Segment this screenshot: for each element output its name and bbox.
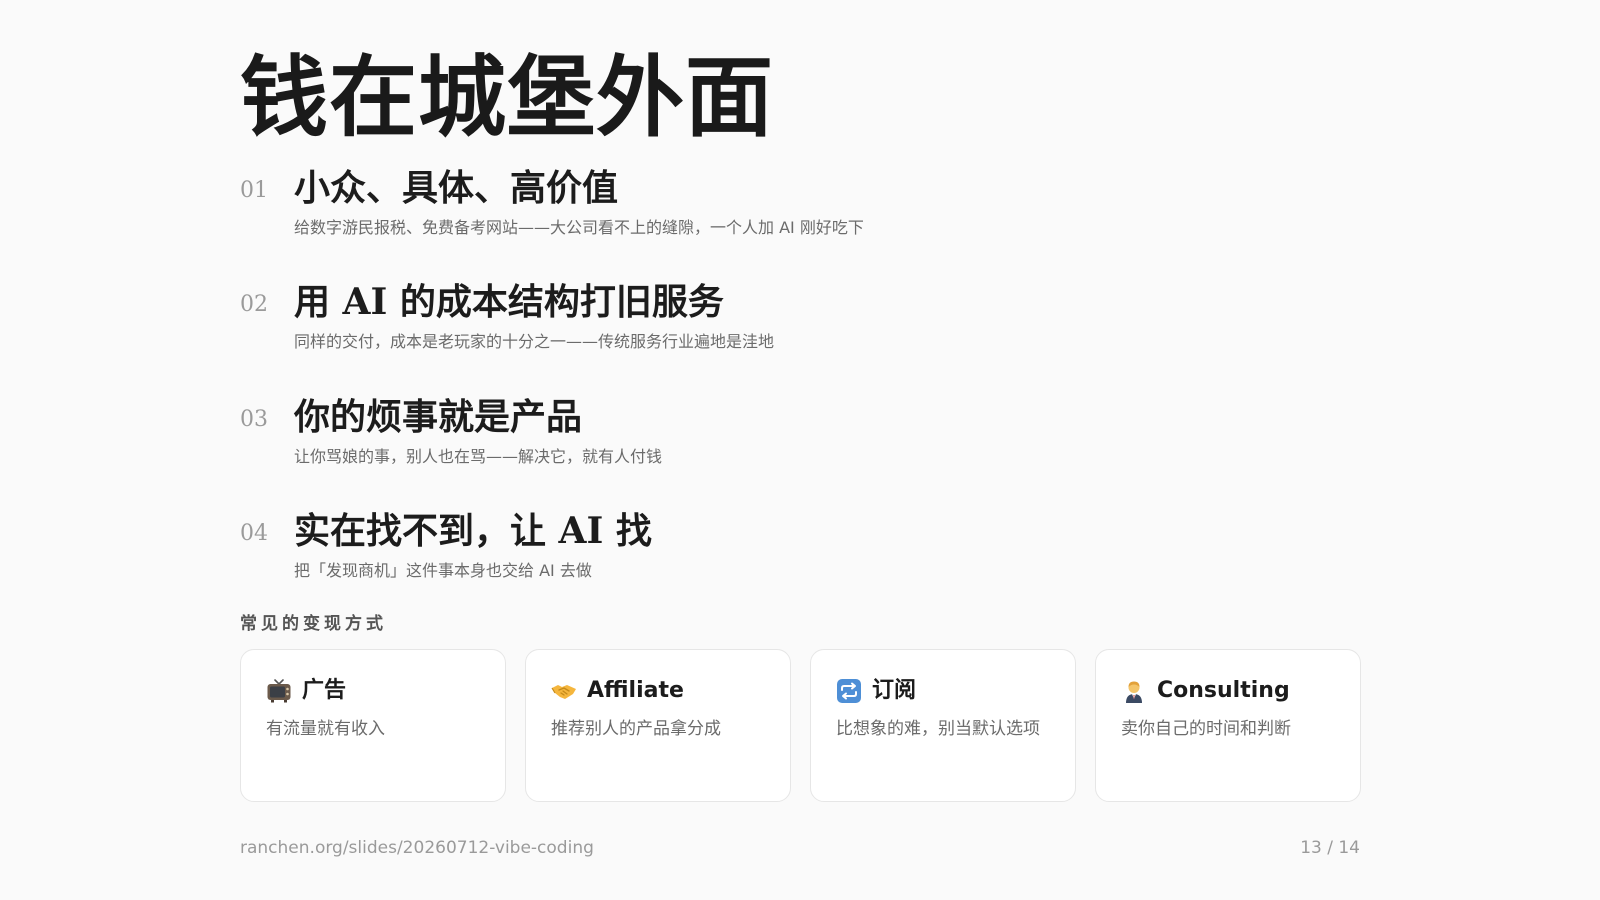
point-title: 你的烦事就是产品 [294, 396, 583, 438]
person-icon [1126, 681, 1142, 703]
repeat-icon [837, 679, 861, 703]
point-number: 01 [240, 178, 268, 203]
footer-url: ranchen.org/slides/20260712-vibe-coding [240, 838, 594, 858]
card-consulting: Consulting 卖你自己的时间和判断 [1095, 649, 1361, 802]
point-number: 03 [240, 407, 268, 432]
point-item: 01 小众、具体、高价值 给数字游民报税、免费备考网站——大公司看不上的缝隙，一… [240, 165, 1340, 255]
handshake-icon [551, 685, 576, 699]
point-description: 让你骂娘的事，别人也在骂——解决它，就有人付钱 [294, 447, 663, 466]
slide-title: 钱在城堡外面 [240, 45, 775, 149]
card-title: Affiliate [587, 678, 684, 703]
card-title: 订阅 [872, 678, 917, 703]
section-label: 常见的变现方式 [240, 614, 387, 634]
point-number: 02 [240, 292, 268, 317]
point-title: 小众、具体、高价值 [294, 167, 619, 209]
card-description: 比想象的难，别当默认选项 [836, 719, 1040, 739]
card-title: Consulting [1157, 678, 1290, 703]
point-number: 04 [240, 521, 268, 546]
card-header: Affiliate [551, 674, 766, 708]
point-title: 实在找不到，让 AI 找 [294, 510, 652, 552]
point-description: 同样的交付，成本是老玩家的十分之一——传统服务行业遍地是洼地 [294, 332, 775, 351]
point-item: 03 你的烦事就是产品 让你骂娘的事，别人也在骂——解决它，就有人付钱 [240, 394, 1340, 484]
card-title: 广告 [302, 678, 347, 703]
page-number: 13 / 14 [1300, 838, 1360, 858]
card-subscription: 订阅 比想象的难，别当默认选项 [810, 649, 1076, 802]
card-affiliate: Affiliate 推荐别人的产品拿分成 [525, 649, 791, 802]
card-header: 广告 [266, 674, 481, 708]
point-item: 02 用 AI 的成本结构打旧服务 同样的交付，成本是老玩家的十分之一——传统服… [240, 279, 1340, 369]
card-ads: 广告 有流量就有收入 [240, 649, 506, 802]
monetization-cards: 广告 有流量就有收入 Affiliate 推荐别人的产品拿分成 订阅 比想象的难… [240, 649, 1361, 802]
card-description: 卖你自己的时间和判断 [1121, 719, 1291, 739]
point-title: 用 AI 的成本结构打旧服务 [294, 281, 724, 323]
television-icon [267, 679, 291, 703]
point-description: 给数字游民报税、免费备考网站——大公司看不上的缝隙，一个人加 AI 刚好吃下 [294, 218, 864, 237]
point-item: 04 实在找不到，让 AI 找 把「发现商机」这件事本身也交给 AI 去做 [240, 508, 1340, 598]
card-description: 推荐别人的产品拿分成 [551, 719, 721, 739]
point-description: 把「发现商机」这件事本身也交给 AI 去做 [294, 561, 592, 580]
card-header: 订阅 [836, 674, 1051, 708]
card-description: 有流量就有收入 [266, 719, 385, 739]
slide: 钱在城堡外面 01 小众、具体、高价值 给数字游民报税、免费备考网站——大公司看… [240, 0, 1361, 900]
card-header: Consulting [1121, 674, 1336, 708]
